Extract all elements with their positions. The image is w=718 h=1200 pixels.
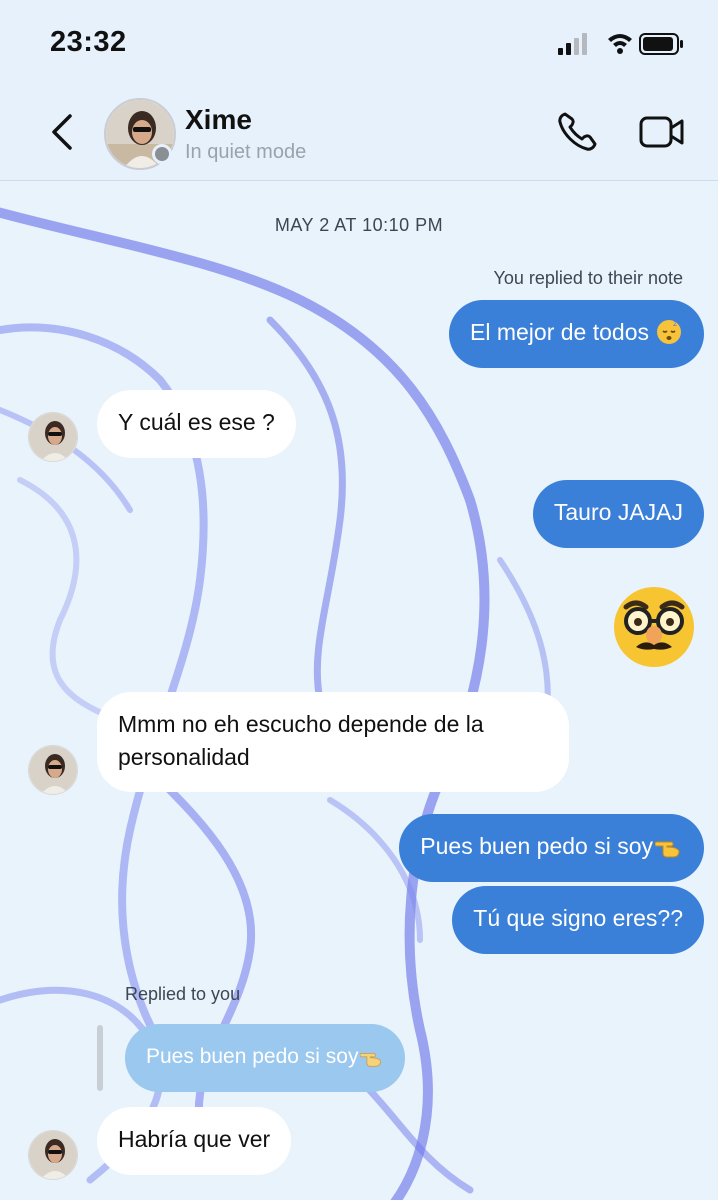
message-text-line: Mmm no eh escucho depende de la: [118, 711, 484, 737]
contact-avatar-small[interactable]: [28, 412, 78, 462]
message-bubble-outgoing[interactable]: Tú que signo eres??: [452, 886, 704, 954]
message-text: Pues buen pedo si soy: [420, 833, 653, 859]
status-time: 23:32: [50, 26, 127, 58]
note-reply-label: You replied to their note: [493, 268, 683, 288]
signal-icon: [558, 33, 587, 55]
contact-avatar-small[interactable]: [28, 1130, 78, 1180]
message-bubble-incoming[interactable]: Y cuál es ese ?: [97, 390, 296, 458]
quiet-mode-indicator: [152, 144, 172, 164]
reply-indicator-bar: [97, 1025, 103, 1091]
message-text: Tauro JAJAJ: [553, 499, 683, 525]
contact-avatar-small[interactable]: [28, 745, 78, 795]
contact-status: In quiet mode: [185, 141, 307, 163]
reply-label: Replied to you: [125, 984, 241, 1004]
chat-header: Xime In quiet mode: [0, 88, 718, 181]
battery-icon: [639, 33, 683, 55]
message-text: Tú que signo eres??: [473, 905, 683, 931]
quoted-text: Pues buen pedo si soy: [146, 1045, 359, 1068]
disguised-face-icon[interactable]: [612, 585, 696, 669]
message-bubble-incoming[interactable]: Habría que ver: [97, 1107, 292, 1175]
quoted-message-bubble[interactable]: Pues buen pedo si soy: [125, 1024, 406, 1092]
message-text: Habría que ver: [118, 1126, 271, 1152]
pointing-hand-icon: [655, 841, 680, 858]
status-bar: 23:32: [0, 0, 718, 88]
sleeping-face-icon: z: [657, 319, 681, 344]
contact-name[interactable]: Xime: [185, 104, 252, 136]
message-text: El mejor de todos: [470, 319, 649, 345]
message-bubble-incoming[interactable]: Mmm no eh escucho depende de la personal…: [97, 692, 569, 792]
message-bubble-outgoing[interactable]: El mejor de todos z: [449, 300, 704, 368]
phone-icon[interactable]: [555, 108, 601, 154]
video-camera-icon[interactable]: [638, 110, 686, 154]
wifi-icon: [608, 34, 632, 54]
back-chevron-icon[interactable]: [44, 110, 84, 154]
message-bubble-outgoing[interactable]: Tauro JAJAJ: [532, 480, 704, 548]
status-icons: [558, 33, 683, 55]
message-text: Y cuál es ese ?: [118, 409, 275, 435]
svg-text:z: z: [673, 319, 677, 328]
message-bubble-outgoing[interactable]: Pues buen pedo si soy: [399, 814, 704, 882]
message-text-line: personalidad: [118, 744, 250, 770]
date-separator: MAY 2 AT 10:10 PM: [274, 215, 444, 235]
pointing-hand-icon: [360, 1053, 382, 1067]
